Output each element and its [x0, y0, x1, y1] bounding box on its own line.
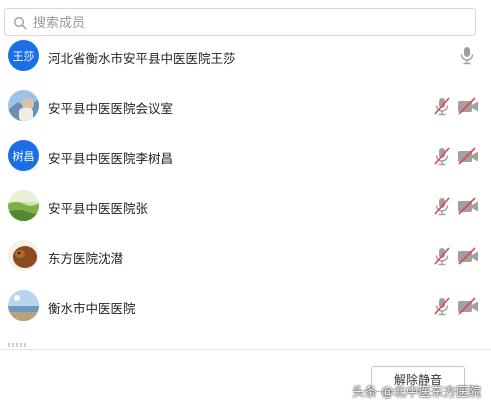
avatar: 树昌 [8, 140, 39, 171]
avatar-photo [8, 290, 39, 321]
member-list: 王莎 河北省衡水市安平县中医医院王莎 安平县中医医院会议室 树昌 安平县中医医院… [0, 38, 491, 348]
next-row-partial [8, 343, 26, 347]
member-name: 衡水市中医医院 [48, 301, 136, 316]
search-input[interactable] [31, 12, 465, 34]
microphone-muted-icon[interactable] [432, 296, 452, 316]
member-row[interactable]: 王莎 河北省衡水市安平县中医医院王莎 [0, 38, 491, 80]
avatar-initials: 王莎 [12, 49, 35, 63]
avatar [8, 240, 39, 271]
member-name: 安平县中医医院会议室 [48, 101, 174, 116]
member-row[interactable]: 树昌 安平县中医医院李树昌 [0, 131, 491, 181]
member-name: 河北省衡水市安平县中医医院王莎 [48, 51, 236, 66]
search-icon [14, 17, 27, 30]
avatar [8, 190, 39, 221]
avatar-photo [8, 90, 39, 121]
avatar-initials: 树昌 [12, 149, 35, 163]
avatar: 王莎 [8, 40, 39, 71]
microphone-muted-icon[interactable] [432, 146, 452, 166]
microphone-muted-icon[interactable] [432, 196, 452, 216]
camera-off-icon[interactable] [457, 196, 479, 216]
member-name: 安平县中医医院张 [48, 201, 149, 216]
microphone-icon[interactable] [457, 45, 477, 65]
camera-off-icon[interactable] [457, 96, 479, 116]
microphone-muted-icon[interactable] [432, 246, 452, 266]
camera-off-icon[interactable] [457, 146, 479, 166]
member-row[interactable]: 安平县中医医院张 [0, 181, 491, 231]
search-box[interactable] [4, 8, 476, 36]
member-row[interactable]: 衡水市中医医院 [0, 281, 491, 331]
member-name: 东方医院沈潜 [48, 251, 124, 266]
member-name: 安平县中医医院李树昌 [48, 151, 174, 166]
camera-off-icon[interactable] [457, 296, 479, 316]
avatar-photo [8, 240, 39, 271]
member-row[interactable]: 安平县中医医院会议室 [0, 81, 491, 131]
member-row[interactable]: 东方医院沈潜 [0, 231, 491, 281]
avatar-photo [8, 190, 39, 221]
avatar [8, 90, 39, 121]
camera-off-icon[interactable] [457, 246, 479, 266]
watermark-text: 头条 @北中医东方医院 [352, 384, 481, 399]
microphone-muted-icon[interactable] [432, 96, 452, 116]
footer-divider [0, 349, 491, 350]
avatar [8, 290, 39, 321]
